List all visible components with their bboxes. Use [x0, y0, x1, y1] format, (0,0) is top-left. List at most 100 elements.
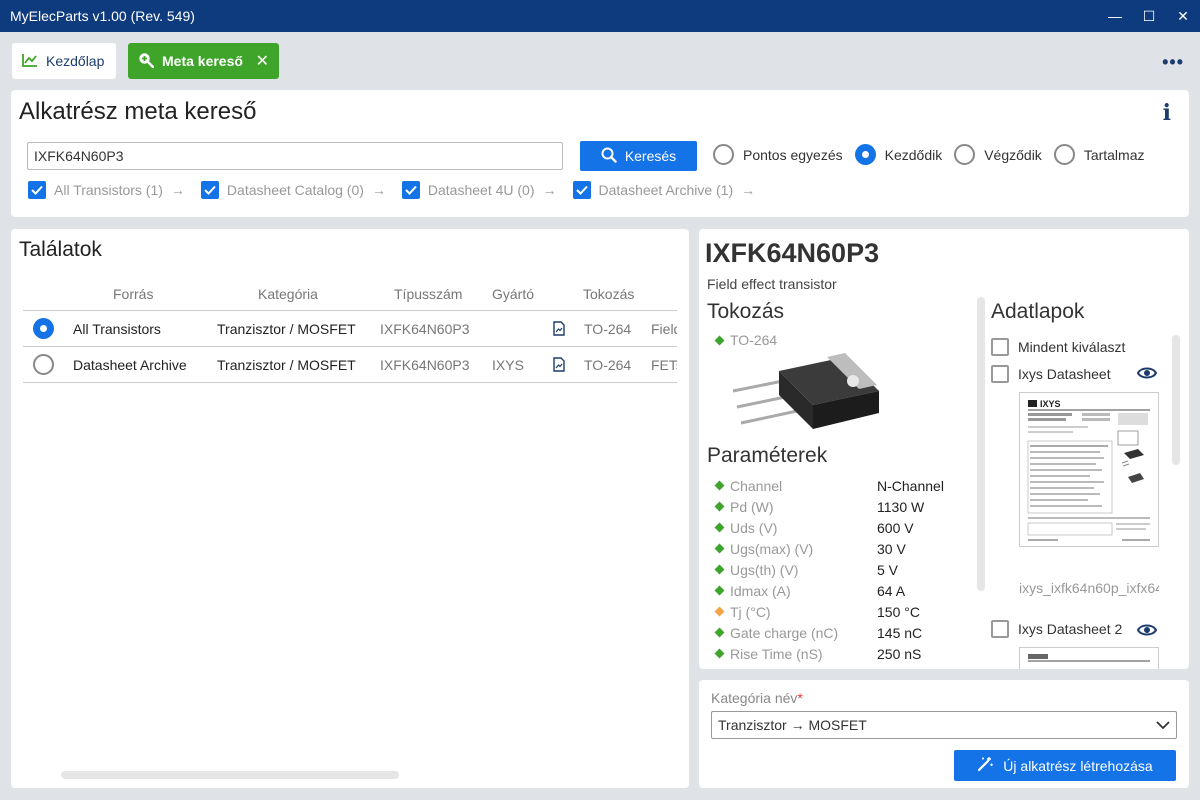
- arrow-right-icon[interactable]: →: [543, 182, 557, 198]
- results-heading: Találatok: [19, 238, 102, 261]
- part-description: Field effect transistor: [707, 276, 837, 292]
- col-category[interactable]: Kategória: [258, 277, 318, 310]
- datasheet-thumbnail[interactable]: IXYS: [1019, 392, 1159, 547]
- search-button[interactable]: Keresés: [580, 141, 697, 171]
- datasheet-label: Ixys Datasheet 2: [1018, 621, 1123, 637]
- select-all-checkbox[interactable]: [991, 338, 1009, 356]
- col-package[interactable]: Tokozás: [583, 277, 634, 310]
- select-all-row[interactable]: Mindent kiválaszt: [991, 338, 1125, 356]
- eye-icon[interactable]: [1136, 622, 1158, 641]
- tab-meta-search[interactable]: Meta kereső ✕: [128, 43, 279, 79]
- search-input[interactable]: [27, 142, 563, 170]
- arrow-right-icon[interactable]: →: [171, 182, 185, 198]
- window-title: MyElecParts v1.00 (Rev. 549): [10, 8, 195, 24]
- part-number-title: IXFK64N60P3: [705, 238, 880, 268]
- chart-line-icon: [22, 53, 38, 70]
- datasheet-thumbnail[interactable]: [1019, 647, 1159, 669]
- search-icon: [601, 147, 617, 166]
- cell-package: TO-264: [584, 356, 632, 373]
- checkbox[interactable]: [572, 181, 591, 199]
- datasheets-scrollbar[interactable]: [1172, 335, 1180, 465]
- col-type[interactable]: Típusszám: [394, 277, 462, 310]
- radio-circle[interactable]: [713, 144, 734, 165]
- param-name: Rise Time (nS): [730, 645, 823, 662]
- horizontal-scrollbar[interactable]: [61, 771, 399, 779]
- minimize-button[interactable]: —: [1098, 0, 1132, 32]
- vertical-scrollbar[interactable]: [977, 297, 985, 591]
- datasheets-heading: Adatlapok: [991, 300, 1085, 323]
- param-value: 150 °C: [877, 603, 920, 620]
- datasheet-checkbox[interactable]: [991, 365, 1009, 383]
- source-label: Datasheet 4U (0): [427, 182, 535, 198]
- cell-manufacturer: IXYS: [492, 356, 524, 373]
- source-datasheet-4u[interactable]: Datasheet 4U (0) →: [401, 181, 557, 199]
- cell-category: Tranzisztor / MOSFET: [217, 356, 356, 373]
- radio-circle[interactable]: [954, 144, 976, 165]
- info-icon[interactable]: i: [1163, 100, 1171, 126]
- checkbox[interactable]: [28, 181, 46, 199]
- radio-circle[interactable]: [1053, 144, 1075, 165]
- radio-circle[interactable]: [854, 144, 876, 165]
- datasheet-file-icon[interactable]: [553, 347, 565, 382]
- radio-label: Végződik: [984, 146, 1042, 163]
- bullet-icon: [714, 335, 725, 345]
- chevron-down-icon[interactable]: [1156, 717, 1170, 733]
- bullet-icon: [714, 627, 725, 638]
- title-bar: MyElecParts v1.00 (Rev. 549) — ☐ ✕: [0, 0, 1200, 32]
- radio-ends-with[interactable]: Végződik: [954, 144, 1042, 165]
- arrow-right-icon[interactable]: →: [372, 182, 386, 198]
- col-manufacturer[interactable]: Gyártó: [492, 277, 534, 310]
- ixys-logo: IXYS: [1040, 399, 1061, 409]
- tab-home[interactable]: Kezdőlap: [12, 43, 116, 79]
- source-datasheet-catalog[interactable]: Datasheet Catalog (0) →: [200, 181, 386, 199]
- checkbox[interactable]: [200, 181, 219, 199]
- tab-bar: Kezdőlap Meta kereső ✕ •••: [0, 32, 1200, 88]
- more-menu-icon[interactable]: •••: [1162, 52, 1184, 73]
- radio-starts-with[interactable]: Kezdődik: [854, 144, 942, 165]
- create-part-button[interactable]: Új alkatrész létrehozása: [954, 750, 1176, 781]
- search-panel: Alkatrész meta kereső i Keresés Pontos e…: [11, 90, 1189, 217]
- radio-label: Tartalmaz: [1083, 146, 1145, 163]
- param-name: Tj (°C): [730, 603, 771, 620]
- page-title: Alkatrész meta kereső: [19, 98, 257, 125]
- source-datasheet-archive[interactable]: Datasheet Archive (1) →: [572, 181, 755, 199]
- radio-contains[interactable]: Tartalmaz: [1053, 144, 1145, 165]
- col-source[interactable]: Forrás: [113, 277, 153, 310]
- datasheet-file-icon[interactable]: [553, 311, 565, 346]
- package-image: [727, 351, 887, 450]
- part-detail-panel: IXFK64N60P3 Field effect transistor Toko…: [699, 229, 1189, 669]
- row-select-radio[interactable]: [33, 318, 54, 339]
- radio-label: Pontos egyezés: [743, 146, 843, 163]
- row-select-radio[interactable]: [33, 354, 54, 375]
- table-row[interactable]: Datasheet Archive Tranzisztor / MOSFET I…: [23, 347, 677, 383]
- category-label: Kategória név*: [711, 690, 803, 706]
- datasheet-filename: ixys_ixfk64n60p_ixfx64n60p: [1019, 580, 1159, 596]
- radio-exact-match[interactable]: Pontos egyezés: [713, 144, 843, 165]
- param-value: 64 A: [877, 582, 906, 599]
- datasheet-row[interactable]: Ixys Datasheet 2: [991, 620, 1122, 638]
- source-all-transistors[interactable]: All Transistors (1) →: [28, 181, 185, 199]
- param-name: Uds (V): [730, 519, 778, 536]
- datasheet-checkbox[interactable]: [991, 620, 1009, 638]
- param-row: Ugs(th) (V) 5 V: [714, 559, 976, 580]
- datasheet-row[interactable]: Ixys Datasheet: [991, 365, 1111, 383]
- table-row[interactable]: All Transistors Tranzisztor / MOSFET IXF…: [23, 311, 677, 347]
- parameters-list: Channel N-Channel Pd (W) 1130 W Uds (V) 600…: [714, 475, 976, 664]
- bullet-icon: [714, 606, 725, 617]
- eye-icon[interactable]: [1136, 365, 1158, 384]
- param-row: Tj (°C) 150 °C: [714, 601, 976, 622]
- results-table: Forrás Kategória Típusszám Gyártó Tokozá…: [23, 277, 677, 383]
- param-value: 600 V: [877, 519, 914, 536]
- arrow-right-icon[interactable]: →: [741, 182, 755, 198]
- category-select[interactable]: Tranzisztor → MOSFET: [711, 711, 1177, 739]
- param-row: Idmax (A) 64 A: [714, 580, 976, 601]
- checkbox[interactable]: [401, 181, 420, 199]
- zoom-in-icon: [138, 52, 155, 71]
- maximize-button[interactable]: ☐: [1132, 0, 1166, 32]
- close-window-button[interactable]: ✕: [1166, 0, 1200, 32]
- param-name: Ugs(max) (V): [730, 540, 814, 557]
- param-row: Channel N-Channel: [714, 475, 976, 496]
- create-part-label: Új alkatrész létrehozása: [1003, 757, 1153, 774]
- close-tab-icon[interactable]: ✕: [256, 51, 269, 71]
- param-value: 5 V: [877, 561, 899, 578]
